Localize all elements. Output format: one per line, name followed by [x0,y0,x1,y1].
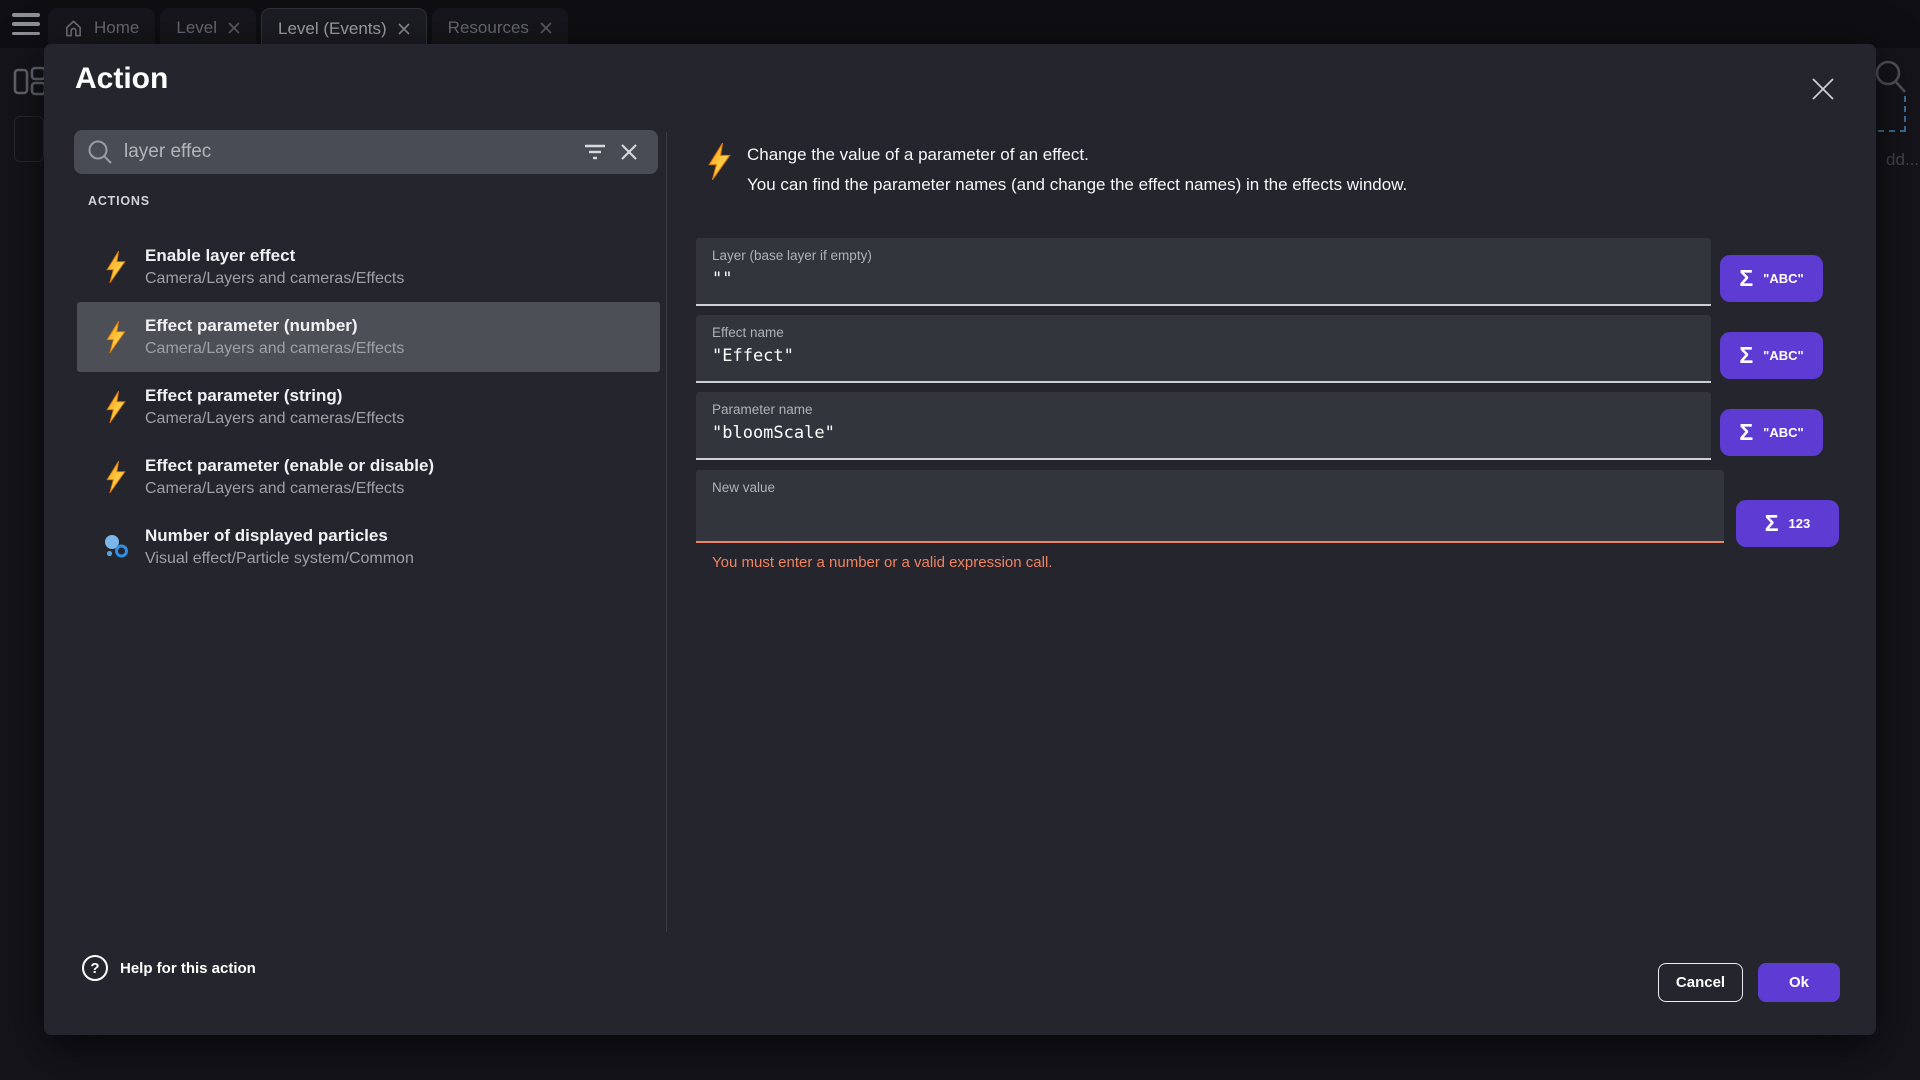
help-icon: ? [82,955,108,981]
search-input[interactable] [124,141,578,163]
action-title: Effect parameter (string) [145,384,404,408]
action-title: Number of displayed particles [145,524,414,548]
lightning-icon [103,321,129,353]
clear-search-button[interactable] [612,135,646,169]
filter-icon [584,143,606,161]
expression-type-label: "ABC" [1763,425,1804,440]
actions-section-label: ACTIONS [88,194,150,208]
description-line-2: You can find the parameter names (and ch… [747,170,1407,200]
search-box [74,130,658,174]
action-dialog: Action ACTIONS Enable layer effect [44,44,1876,1035]
expression-editor-button[interactable]: Σ "ABC" [1720,409,1823,456]
field-effect-name[interactable]: Effect name "Effect" [696,315,1711,383]
panel-divider [666,132,667,932]
action-list-item-number-of-particles[interactable]: Number of displayed particles Visual eff… [77,512,660,582]
sigma-icon: Σ [1739,267,1753,290]
sigma-icon: Σ [1739,421,1753,444]
action-path: Camera/Layers and cameras/Effects [145,338,404,360]
field-label: New value [712,480,1708,495]
dialog-close-button[interactable] [1806,72,1840,106]
action-path: Camera/Layers and cameras/Effects [145,268,404,290]
expression-type-label: 123 [1789,516,1811,531]
sigma-icon: Σ [1765,512,1779,535]
field-label: Layer (base layer if empty) [712,248,1695,263]
action-title: Effect parameter (enable or disable) [145,454,434,478]
description-line-1: Change the value of a parameter of an ef… [747,140,1407,170]
validation-error-message: You must enter a number or a valid expre… [712,554,1052,571]
action-list-item-effect-parameter-number[interactable]: Effect parameter (number) Camera/Layers … [77,302,660,372]
lightning-icon [103,461,129,493]
help-label: Help for this action [120,960,256,977]
field-value: "bloomScale" [712,423,1695,443]
expression-editor-button[interactable]: Σ "ABC" [1720,255,1823,302]
action-title: Enable layer effect [145,244,404,268]
field-value: "" [712,269,1695,289]
action-list-item-enable-layer-effect[interactable]: Enable layer effect Camera/Layers and ca… [77,232,660,302]
lightning-icon [103,251,129,283]
field-layer[interactable]: Layer (base layer if empty) "" [696,238,1711,306]
help-link[interactable]: ? Help for this action [82,955,256,981]
close-icon [1810,76,1836,102]
action-list-item-effect-parameter-string[interactable]: Effect parameter (string) Camera/Layers … [77,372,660,442]
particles-icon [103,534,129,560]
expression-type-label: "ABC" [1763,271,1804,286]
lightning-icon [103,391,129,423]
expression-editor-button[interactable]: Σ 123 [1736,500,1839,547]
field-value: "Effect" [712,346,1695,366]
action-path: Visual effect/Particle system/Common [145,548,414,570]
action-title: Effect parameter (number) [145,314,404,338]
sigma-icon: Σ [1739,344,1753,367]
cancel-button[interactable]: Cancel [1658,963,1743,1002]
action-list-item-effect-parameter-enable[interactable]: Effect parameter (enable or disable) Cam… [77,442,660,512]
field-parameter-name[interactable]: Parameter name "bloomScale" [696,392,1711,460]
field-label: Effect name [712,325,1695,340]
action-path: Camera/Layers and cameras/Effects [145,408,404,430]
field-new-value[interactable]: New value [696,470,1724,543]
action-list: Enable layer effect Camera/Layers and ca… [77,232,660,582]
dialog-title: Action [75,62,168,96]
ok-button[interactable]: Ok [1758,963,1840,1002]
search-icon [86,138,114,166]
expression-editor-button[interactable]: Σ "ABC" [1720,332,1823,379]
application-root: Home Level Level (Events) Resources dd..… [0,0,1920,1080]
field-label: Parameter name [712,402,1695,417]
expression-type-label: "ABC" [1763,348,1804,363]
close-icon [620,143,638,161]
filter-button[interactable] [578,135,612,169]
action-description: Change the value of a parameter of an ef… [747,140,1407,200]
lightning-icon [707,143,732,185]
action-path: Camera/Layers and cameras/Effects [145,478,434,500]
